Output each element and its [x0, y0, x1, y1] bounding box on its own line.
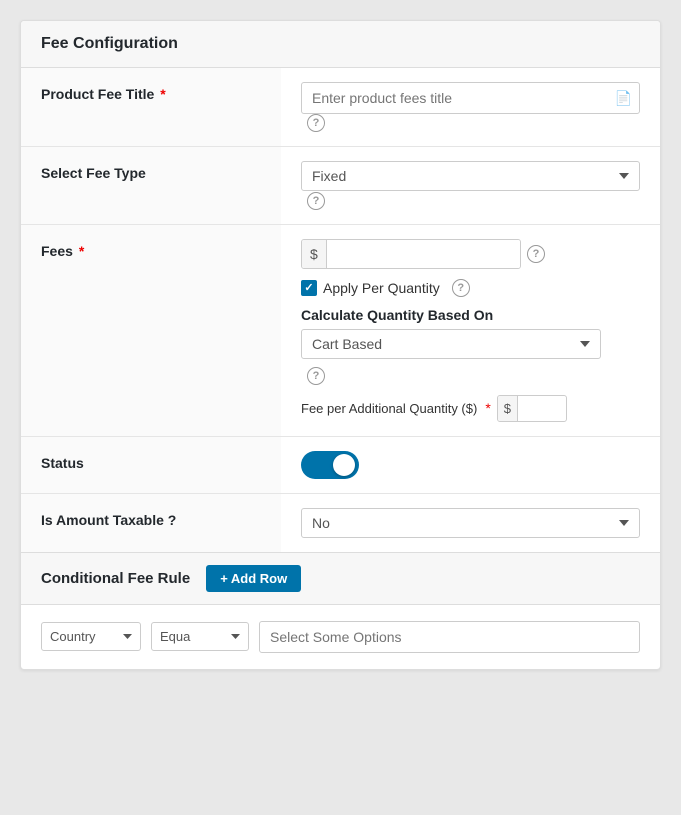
- fee-additional-required-star: *: [485, 400, 490, 416]
- conditional-fee-rule-header: Conditional Fee Rule + Add Row: [21, 552, 660, 605]
- product-fee-title-label: Product Fee Title *: [21, 68, 281, 147]
- status-label: Status: [21, 436, 281, 493]
- condition-field-select[interactable]: Country State City Total: [41, 622, 141, 651]
- product-fee-title-input-wrapper: 📄: [301, 82, 640, 114]
- required-star: *: [160, 86, 165, 102]
- fee-additional-input-wrapper: $: [497, 395, 567, 422]
- calculate-quantity-select[interactable]: Cart Based Item Based: [301, 329, 601, 359]
- calculate-quantity-help-icon[interactable]: ?: [307, 367, 325, 385]
- apply-per-quantity-help-icon[interactable]: ?: [452, 279, 470, 297]
- apply-per-quantity-label: Apply Per Quantity: [323, 280, 440, 296]
- condition-value-input[interactable]: [259, 621, 640, 653]
- card-title: Fee Configuration: [41, 35, 640, 53]
- calculate-quantity-label: Calculate Quantity Based On: [301, 307, 640, 323]
- select-fee-type-label: Select Fee Type: [21, 147, 281, 224]
- card-header: Fee Configuration: [21, 21, 660, 68]
- conditional-fee-rule-title: Conditional Fee Rule: [41, 570, 190, 587]
- fees-amount-input[interactable]: [327, 240, 520, 268]
- status-row: Status: [21, 436, 660, 493]
- is-amount-taxable-select[interactable]: No Yes: [301, 508, 640, 538]
- fee-additional-label: Fee per Additional Quantity ($): [301, 401, 477, 416]
- fee-additional-prefix: $: [498, 396, 518, 421]
- product-fee-title-row: Product Fee Title * 📄 ?: [21, 68, 660, 147]
- page-icon: 📄: [615, 90, 632, 107]
- fees-label: Fees *: [21, 224, 281, 436]
- fee-configuration-card: Fee Configuration Product Fee Title * 📄 …: [20, 20, 661, 670]
- select-fee-type-row: Select Fee Type Fixed Percentage Custom …: [21, 147, 660, 224]
- fees-required-star: *: [79, 243, 84, 259]
- fees-help-icon[interactable]: ?: [527, 245, 545, 263]
- fees-row: Fees * $ ? Apply Per Quantity ?: [21, 224, 660, 436]
- is-amount-taxable-label: Is Amount Taxable ?: [21, 493, 281, 552]
- apply-per-quantity-checkbox[interactable]: [301, 280, 317, 296]
- is-amount-taxable-row: Is Amount Taxable ? No Yes: [21, 493, 660, 552]
- form-table: Product Fee Title * 📄 ? Select Fee Type …: [21, 68, 660, 552]
- fee-additional-row: Fee per Additional Quantity ($) * $: [301, 395, 640, 422]
- add-row-button[interactable]: + Add Row: [206, 565, 301, 592]
- condition-operator-select[interactable]: Equa Not Equals Contains: [151, 622, 249, 651]
- conditional-fee-rule-row: Country State City Total Equa Not Equals…: [21, 605, 660, 669]
- fee-type-help-icon[interactable]: ?: [307, 192, 325, 210]
- fee-additional-input[interactable]: [518, 396, 566, 421]
- apply-per-quantity-row: Apply Per Quantity ?: [301, 279, 640, 297]
- fees-amount-row: $ ?: [301, 239, 640, 269]
- fees-dollar-input-wrapper: $: [301, 239, 521, 269]
- status-toggle[interactable]: [301, 451, 359, 479]
- product-fee-title-input[interactable]: [301, 82, 640, 114]
- fee-type-select[interactable]: Fixed Percentage Custom: [301, 161, 640, 191]
- dollar-prefix: $: [302, 240, 327, 268]
- toggle-slider: [301, 451, 359, 479]
- product-fee-title-help-icon[interactable]: ?: [307, 114, 325, 132]
